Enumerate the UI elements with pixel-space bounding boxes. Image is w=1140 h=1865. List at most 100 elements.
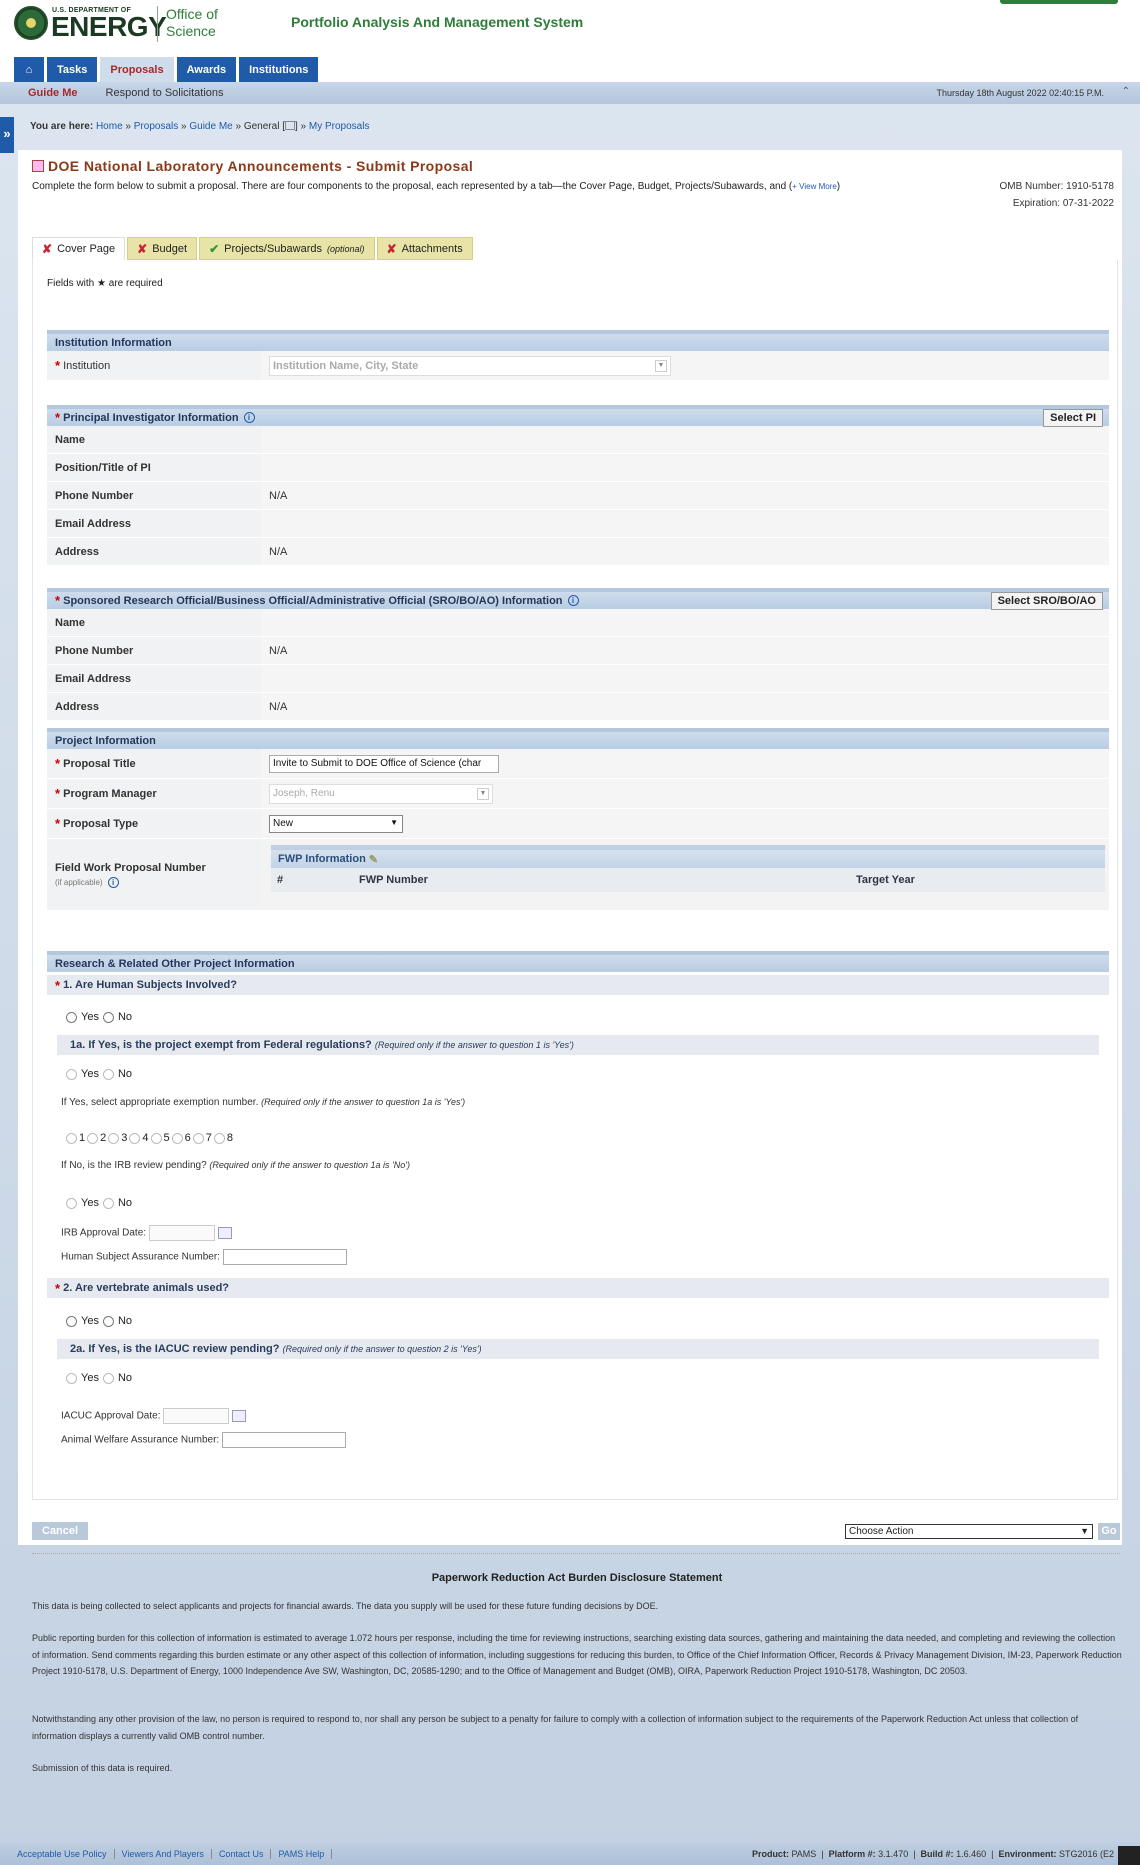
field-label: * Institution bbox=[47, 351, 261, 380]
calendar-icon[interactable] bbox=[232, 1410, 247, 1422]
iacuc-date-input[interactable] bbox=[163, 1408, 230, 1424]
question-2: * 2. Are vertebrate animals used? bbox=[47, 1278, 1109, 1298]
radio-exempt[interactable] bbox=[171, 1132, 183, 1144]
form-tabs: ✘ Cover Page ✘ Budget ✔ Projects/Subawards (… bbox=[32, 237, 473, 260]
view-more-link[interactable]: + View More bbox=[792, 182, 837, 191]
radio-exempt[interactable] bbox=[213, 1132, 225, 1144]
awa-input[interactable] bbox=[222, 1432, 346, 1448]
field-label: Name bbox=[47, 609, 261, 636]
radio-exempt[interactable] bbox=[66, 1132, 77, 1144]
edit-icon[interactable]: ✎ bbox=[369, 853, 378, 866]
proposal-title-row: * Proposal Title Invite to Submit to DOE… bbox=[47, 749, 1109, 779]
radio-no[interactable] bbox=[102, 1011, 114, 1023]
proposal-type-label: Proposal Type bbox=[63, 817, 139, 830]
question-1: * 1. Are Human Subjects Involved? bbox=[47, 975, 1109, 995]
platform-label: Platform #: bbox=[828, 1849, 876, 1859]
tab-budget[interactable]: ✘ Budget bbox=[127, 237, 198, 260]
program-manager-select[interactable]: Joseph, Renu ▼ bbox=[269, 783, 493, 804]
awa-field: Animal Welfare Assurance Number: bbox=[61, 1432, 346, 1448]
scroll-top-icon[interactable] bbox=[1118, 1846, 1140, 1865]
radio-label: 6 bbox=[184, 1132, 191, 1144]
dropdown-arrow-icon[interactable]: ▼ bbox=[655, 359, 667, 372]
radio-yes[interactable] bbox=[66, 1068, 77, 1080]
hsa-field: Human Subject Assurance Number: bbox=[61, 1249, 347, 1265]
main-nav: ⌂ Tasks Proposals Awards Institutions bbox=[14, 57, 319, 82]
tab-attachments[interactable]: ✘ Attachments bbox=[376, 237, 473, 260]
radio-exempt[interactable] bbox=[150, 1132, 162, 1144]
radio-no[interactable] bbox=[102, 1372, 114, 1384]
crumb-home[interactable]: Home bbox=[96, 121, 123, 132]
field-label: Email Address bbox=[47, 665, 261, 692]
fwp-columns: # FWP Number Target Year bbox=[271, 868, 1105, 892]
institution-select[interactable]: Institution Name, City, State ▼ bbox=[269, 355, 671, 376]
fwp-col-number: FWP Number bbox=[359, 874, 428, 886]
radio-label: No bbox=[117, 1011, 133, 1023]
footer-link[interactable]: Acceptable Use Policy bbox=[10, 1848, 115, 1859]
radio-no[interactable] bbox=[102, 1315, 114, 1327]
radio-yes[interactable] bbox=[66, 1372, 77, 1384]
incomplete-icon: ✘ bbox=[137, 241, 148, 256]
section-header: Project Information bbox=[47, 728, 1109, 749]
crumb-proposals[interactable]: Proposals bbox=[134, 121, 178, 132]
tab-projects-subawards[interactable]: ✔ Projects/Subawards (optional) bbox=[199, 237, 375, 260]
radio-yes[interactable] bbox=[66, 1315, 77, 1327]
field-label: * Proposal Type bbox=[47, 809, 261, 838]
tab-institutions[interactable]: Institutions bbox=[239, 57, 319, 82]
radio-exempt[interactable] bbox=[87, 1132, 99, 1144]
tab-cover-page[interactable]: ✘ Cover Page bbox=[32, 237, 126, 260]
info-icon[interactable]: i bbox=[243, 412, 255, 423]
cancel-button[interactable]: Cancel bbox=[32, 1522, 89, 1540]
footer-link[interactable]: Viewers And Players bbox=[115, 1848, 212, 1859]
info-icon[interactable]: i bbox=[107, 876, 119, 888]
field-value bbox=[261, 454, 1109, 481]
required-star: * bbox=[55, 358, 61, 373]
iacuc-date-label: IACUC Approval Date: bbox=[61, 1410, 161, 1422]
paperwork-p4: Submission of this data is required. bbox=[32, 1763, 173, 1773]
field-label: Phone Number bbox=[47, 637, 261, 664]
hsa-input[interactable] bbox=[222, 1249, 347, 1265]
go-button[interactable]: Go bbox=[1098, 1523, 1120, 1540]
radio-label: 3 bbox=[121, 1132, 128, 1144]
question-1a-text: 1a. If Yes, is the project exempt from F… bbox=[70, 1039, 372, 1051]
proposal-type-row: * Proposal Type New ▼ bbox=[47, 809, 1109, 839]
field-label: Position/Title of PI bbox=[47, 454, 261, 481]
footer-link[interactable]: PAMS Help bbox=[271, 1848, 333, 1859]
footer-link[interactable]: Contact Us bbox=[212, 1848, 272, 1859]
irb-date-input[interactable] bbox=[148, 1225, 215, 1241]
exempt-note: (Required only if the answer to question… bbox=[261, 1097, 466, 1107]
radio-yes[interactable] bbox=[66, 1197, 77, 1209]
proposal-type-select[interactable]: New ▼ bbox=[269, 814, 403, 833]
radio-yes[interactable] bbox=[66, 1011, 77, 1023]
choose-action-select[interactable]: Choose Action ▼ bbox=[845, 1524, 1093, 1539]
calendar-icon[interactable] bbox=[217, 1227, 232, 1239]
crumb-guide-me[interactable]: Guide Me bbox=[189, 121, 232, 132]
radio-no[interactable] bbox=[102, 1197, 114, 1209]
radio-exempt[interactable] bbox=[108, 1132, 120, 1144]
radio-exempt[interactable] bbox=[129, 1132, 141, 1144]
subnav-guide-me[interactable]: Guide Me bbox=[0, 87, 92, 99]
tab-label: Attachments bbox=[401, 242, 463, 255]
project-section: Project Information * Proposal Title Inv… bbox=[47, 728, 1109, 911]
proposal-title-input[interactable]: Invite to Submit to DOE Office of Scienc… bbox=[269, 754, 499, 773]
tab-proposals[interactable]: Proposals bbox=[100, 57, 174, 82]
system-name: Portfolio Analysis And Management System bbox=[291, 14, 584, 30]
tab-tasks[interactable]: Tasks bbox=[47, 57, 98, 82]
radio-label: Yes bbox=[81, 1315, 99, 1327]
expand-sidebar-icon[interactable]: » bbox=[0, 117, 14, 153]
calendar-icon[interactable] bbox=[284, 121, 295, 130]
select-pi-button[interactable]: Select PI bbox=[1043, 409, 1103, 427]
field-label: Address bbox=[47, 538, 261, 565]
select-sro-button[interactable]: Select SRO/BO/AO bbox=[990, 592, 1103, 610]
info-icon[interactable]: i bbox=[567, 595, 579, 606]
irb-label: If No, is the IRB review pending? bbox=[61, 1160, 207, 1171]
subnav-respond[interactable]: Respond to Solicitations bbox=[92, 87, 238, 99]
radio-label: 1 bbox=[79, 1132, 86, 1144]
crumb-my-proposals[interactable]: My Proposals bbox=[309, 121, 370, 132]
dropdown-arrow-icon[interactable]: ▼ bbox=[477, 787, 489, 800]
institution-section: Institution Information * Institution In… bbox=[47, 330, 1109, 381]
tab-awards[interactable]: Awards bbox=[176, 57, 237, 82]
collapse-up-icon[interactable]: ⌃ bbox=[1122, 86, 1130, 97]
radio-exempt[interactable] bbox=[192, 1132, 204, 1144]
home-tab[interactable]: ⌂ bbox=[14, 57, 44, 82]
radio-no[interactable] bbox=[102, 1068, 114, 1080]
